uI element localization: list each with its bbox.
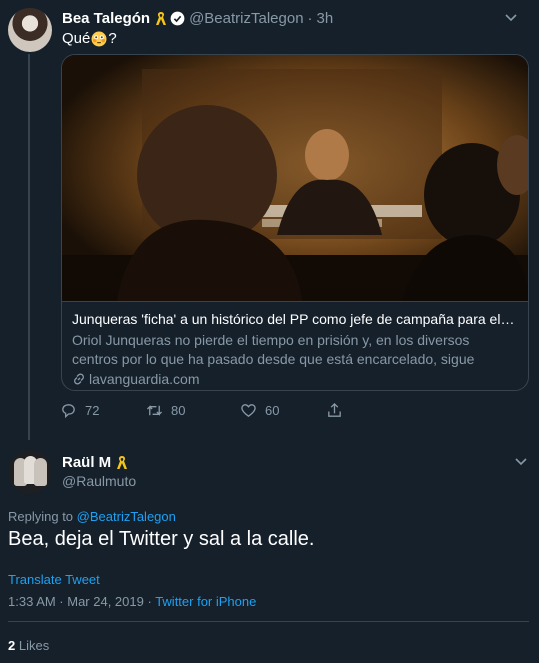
share-icon — [328, 402, 341, 417]
card-title: Junqueras 'ficha' a un histórico del PP … — [72, 311, 518, 327]
flushed-face-emoji-icon — [91, 31, 107, 46]
like-count: 60 — [265, 402, 280, 418]
reply-count: 72 — [85, 402, 100, 418]
card-description: Oriol Junqueras no pierde el tiempo en p… — [72, 332, 475, 367]
like-icon — [241, 403, 256, 417]
reply-author-name[interactable]: Raül M — [62, 454, 111, 471]
timestamp[interactable]: 1:33 AM · Mar 24, 2019 · — [8, 594, 152, 609]
likes-count: 2 — [8, 638, 16, 653]
reply-avatar[interactable] — [8, 450, 52, 494]
yellow-ribbon-icon — [117, 456, 128, 469]
reply-button[interactable]: 72 — [60, 400, 99, 420]
replying-to-link[interactable]: @BeatrizTalegon — [77, 509, 176, 524]
divider — [8, 621, 529, 622]
replying-label: Replying to — [8, 509, 74, 524]
card-photo — [62, 55, 528, 301]
avatar[interactable] — [8, 8, 52, 52]
link-card[interactable]: Junqueras 'ficha' a un histórico del PP … — [61, 54, 529, 391]
likes-label: Likes — [18, 638, 50, 653]
card-domain: lavanguardia.com — [72, 371, 518, 387]
chevron-down-icon[interactable] — [515, 458, 527, 466]
tweet-header: Bea Talegón @BeatrizTalegon · 3h — [62, 8, 529, 28]
reply-icon — [62, 403, 75, 418]
avatar-figure — [34, 458, 47, 486]
author-handle[interactable]: @BeatrizTalegon — [189, 10, 303, 27]
translate-tweet-link[interactable]: Translate Tweet — [8, 572, 100, 587]
reply-header: Raül M — [62, 454, 131, 471]
retweet-button[interactable]: 80 — [146, 400, 185, 420]
likes-summary[interactable]: 2 Likes — [8, 638, 49, 653]
replying-to: Replying to @BeatrizTalegon — [8, 509, 176, 524]
tweet-time[interactable]: 3h — [317, 10, 334, 27]
tweet-text: Qué ? — [62, 30, 117, 47]
retweet-count: 80 — [171, 402, 186, 418]
reply-text: Bea, deja el Twitter y sal a la calle. — [8, 528, 315, 550]
tweet-actions: 72 80 60 — [60, 400, 380, 420]
card-domain-text: lavanguardia.com — [89, 371, 200, 387]
share-button[interactable] — [326, 400, 343, 420]
tweet-text-after: ? — [108, 30, 117, 47]
separator: · — [307, 9, 313, 27]
tweet-text-before: Qué — [62, 30, 91, 47]
card-image — [62, 55, 528, 301]
tweet-metadata: 1:33 AM · Mar 24, 2019 · Twitter for iPh… — [8, 594, 256, 609]
author-name[interactable]: Bea Talegón — [62, 10, 150, 27]
link-icon — [74, 373, 84, 385]
like-button[interactable]: 60 — [240, 400, 279, 420]
source-link[interactable]: Twitter for iPhone — [155, 594, 256, 609]
chevron-down-icon[interactable] — [505, 14, 517, 22]
thread-connector-line — [28, 54, 30, 440]
retweet-icon — [146, 404, 163, 416]
verified-badge-icon — [170, 11, 185, 25]
card-body: Junqueras 'ficha' a un histórico del PP … — [62, 301, 528, 390]
yellow-ribbon-icon — [156, 11, 167, 25]
reply-author-handle[interactable]: @Raulmuto — [62, 473, 136, 489]
